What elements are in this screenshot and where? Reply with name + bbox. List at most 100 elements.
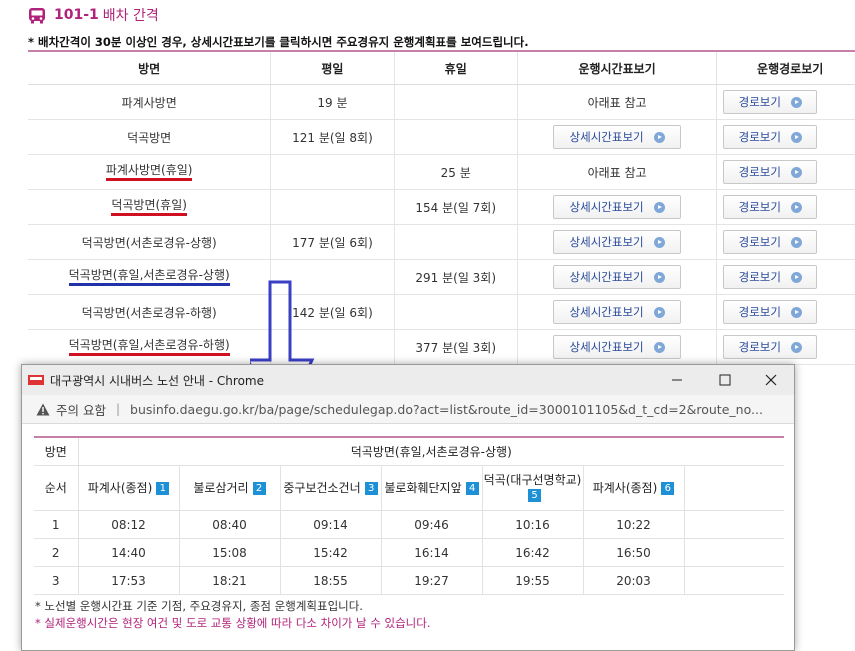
detail-schedule-label: 상세시간표보기 — [569, 305, 644, 319]
direction-cell: 파계사방면(휴일) — [28, 154, 271, 190]
interval-row: 덕곡방면(휴일,서촌로경유-하행) 377 분(일 3회) 상세시간표보기 경로보기 — [28, 329, 855, 365]
trip-row: 3 17:53 18:21 18:55 19:27 19:55 20:03 — [34, 566, 784, 595]
direction-value: 덕곡방면(휴일,서촌로경유-상행) — [77, 436, 784, 466]
schedule-cell: 상세시간표보기 — [516, 329, 717, 365]
address-separator: | — [115, 402, 121, 416]
schedule-direction-row: 방면 덕곡방면(휴일,서촌로경유-상행) — [34, 436, 784, 466]
detail-schedule-label: 상세시간표보기 — [569, 340, 644, 354]
interval-row: 파계사방면 19 분 아래표 참고 경로보기 — [28, 84, 855, 120]
view-route-button[interactable]: 경로보기 — [723, 125, 818, 149]
interval-row: 파계사방면(휴일) 25 분 아래표 참고 경로보기 — [28, 154, 855, 190]
url-text[interactable]: businfo.daegu.go.kr/ba/page/schedulegap.… — [130, 402, 763, 417]
detail-schedule-button[interactable]: 상세시간표보기 — [553, 230, 682, 254]
arrow-circle-icon — [790, 271, 802, 283]
weekday-interval: 121 분(일 8회) — [270, 119, 395, 155]
section-title: 101-1 배차 간격 — [28, 4, 159, 26]
view-route-button[interactable]: 경로보기 — [723, 90, 818, 114]
route-cell: 경로보기 — [716, 84, 855, 120]
schedule-cell: 상세시간표보기 — [516, 294, 717, 330]
view-route-label: 경로보기 — [738, 235, 781, 249]
view-route-button[interactable]: 경로보기 — [723, 230, 818, 254]
header-direction: 방면 — [28, 50, 271, 85]
arrow-circle-icon — [790, 341, 802, 353]
stop-header-row: 순서 파계사(종점) 1 불로삼거리 2 중구보건소건너 3 불로화훼단지앞 4 덕곡(대구선명… — [34, 465, 784, 511]
minimize-button[interactable] — [654, 365, 700, 395]
detail-schedule-button[interactable]: 상세시간표보기 — [553, 125, 682, 149]
stop-header: 덕곡(대구선명학교) 5 — [481, 465, 583, 511]
close-button[interactable] — [748, 365, 794, 395]
stop-time: 14:40 — [77, 538, 179, 567]
arrow-circle-icon — [653, 341, 665, 353]
trip-row: 2 14:40 15:08 15:42 16:14 16:42 16:50 — [34, 538, 784, 567]
direction-name: 덕곡방면(휴일) — [111, 198, 187, 216]
view-route-button[interactable]: 경로보기 — [723, 265, 818, 289]
stop-number-badge: 2 — [252, 481, 266, 495]
arrow-circle-icon — [790, 131, 802, 143]
arrow-circle-icon — [653, 201, 665, 213]
detail-schedule-label: 상세시간표보기 — [569, 235, 644, 249]
stop-time: 18:55 — [279, 566, 381, 595]
sequence-label: 순서 — [34, 465, 78, 511]
direction-name: 파계사방면(휴일) — [105, 163, 193, 181]
weekday-interval: 177 분(일 6회) — [270, 224, 395, 260]
stop-number-badge: 4 — [465, 481, 479, 495]
warning-icon[interactable] — [36, 403, 50, 416]
window-titlebar[interactable]: 대구광역시 시내버스 노선 안내 - Chrome — [22, 365, 794, 395]
close-icon — [765, 374, 777, 386]
detail-schedule-button[interactable]: 상세시간표보기 — [553, 335, 682, 359]
holiday-interval: 377 분(일 3회) — [393, 329, 518, 365]
view-route-button[interactable]: 경로보기 — [723, 195, 818, 219]
view-route-label: 경로보기 — [738, 305, 781, 319]
view-route-label: 경로보기 — [738, 130, 781, 144]
stop-time: 19:55 — [481, 566, 583, 595]
stop-time: 09:14 — [279, 510, 381, 539]
interval-row: 덕곡방면(휴일,서촌로경유-상행) 291 분(일 3회) 상세시간표보기 경로보기 — [28, 259, 855, 295]
footnote-variance: * 실제운행시간은 현장 여건 및 도로 교통 상황에 따라 다소 차이가 날 … — [35, 616, 431, 630]
view-route-button[interactable]: 경로보기 — [723, 300, 818, 324]
arrow-circle-icon — [790, 166, 802, 178]
stop-time: 16:50 — [582, 538, 684, 567]
interval-row: 덕곡방면(서촌로경유-상행) 177 분(일 6회) 상세시간표보기 경로보기 — [28, 224, 855, 260]
holiday-interval: 291 분(일 3회) — [393, 259, 518, 295]
route-cell: 경로보기 — [716, 259, 855, 295]
detail-schedule-button[interactable]: 상세시간표보기 — [553, 195, 682, 219]
security-warning-label[interactable]: 주의 요함 — [56, 400, 106, 419]
direction-cell: 덕곡방면(휴일,서촌로경유-상행) — [28, 259, 271, 295]
direction-cell: 덕곡방면(휴일,서촌로경유-하행) — [28, 329, 271, 365]
stop-time: 10:22 — [582, 510, 684, 539]
stop-time: 20:03 — [582, 566, 684, 595]
trip-row: 1 08:12 08:40 09:14 09:46 10:16 10:22 — [34, 510, 784, 539]
arrow-circle-icon — [790, 306, 802, 318]
holiday-interval — [393, 294, 518, 330]
route-cell: 경로보기 — [716, 189, 855, 225]
detail-schedule-button[interactable]: 상세시간표보기 — [553, 300, 682, 324]
arrow-circle-icon — [790, 201, 802, 213]
stop-header: 파계사(종점) 6 — [582, 465, 684, 511]
direction-cell: 덕곡방면(휴일) — [28, 189, 271, 225]
stop-time: 08:12 — [77, 510, 179, 539]
view-route-button[interactable]: 경로보기 — [723, 160, 818, 184]
schedule-cell: 상세시간표보기 — [516, 119, 717, 155]
route-cell: 경로보기 — [716, 154, 855, 190]
trip-sequence: 3 — [34, 566, 78, 595]
stop-time: 10:16 — [481, 510, 583, 539]
footnote-baseline: * 노선별 운행시간표 기준 기점, 주요경유지, 종점 운행계획표입니다. — [35, 599, 363, 613]
stop-number-badge: 5 — [528, 489, 541, 502]
stop-time: 16:14 — [380, 538, 482, 567]
bus-icon — [29, 7, 45, 23]
interval-row: 덕곡방면(서촌로경유-하행) 142 분(일 6회) 상세시간표보기 경로보기 — [28, 294, 855, 330]
detail-schedule-button[interactable]: 상세시간표보기 — [553, 265, 682, 289]
route-cell: 경로보기 — [716, 119, 855, 155]
direction-name: 덕곡방면(서촌로경유-하행) — [81, 305, 217, 320]
holiday-interval — [393, 119, 518, 155]
schedule-note: 아래표 참고 — [587, 95, 647, 110]
stop-time: 09:46 — [380, 510, 482, 539]
maximize-button[interactable] — [702, 365, 748, 395]
stop-name: 불로화훼단지앞 — [384, 480, 462, 495]
address-bar[interactable]: 주의 요함 | businfo.daegu.go.kr/ba/page/sche… — [22, 395, 794, 424]
notice-text: * 배차간격이 30분 이상인 경우, 상세시간표보기를 클릭하시면 주요경유지… — [28, 35, 529, 49]
arrow-circle-icon — [653, 131, 665, 143]
schedule-cell: 상세시간표보기 — [516, 189, 717, 225]
view-route-button[interactable]: 경로보기 — [723, 335, 818, 359]
section-title-text: 배차 간격 — [102, 8, 159, 24]
